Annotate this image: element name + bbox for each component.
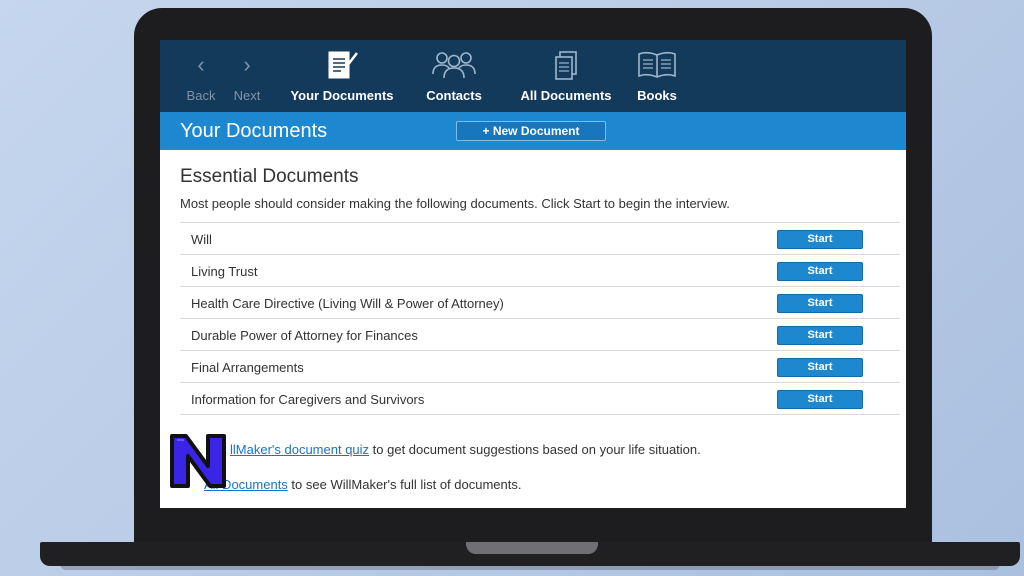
start-button[interactable]: Start <box>777 294 863 313</box>
main-content: Essential Documents Most people should c… <box>160 150 906 508</box>
nav-contacts-label: Contacts <box>426 88 482 103</box>
channel-logo <box>168 430 230 492</box>
start-button[interactable]: Start <box>777 326 863 345</box>
nav-all-documents[interactable]: All Documents <box>516 40 616 112</box>
documents-list: Will Start Living Trust Start Health Car… <box>180 222 900 415</box>
nav-all-documents-label: All Documents <box>520 88 612 103</box>
document-name: Living Trust <box>191 264 258 279</box>
document-row: Durable Power of Attorney for Finances S… <box>180 319 900 351</box>
app-screen: ‹ Back › Next Your Documents Contacts Al… <box>160 40 906 508</box>
document-name: Will <box>191 232 212 247</box>
laptop-notch <box>466 542 598 554</box>
nav-next-button[interactable]: › Next <box>226 40 268 112</box>
page-title-bar: Your Documents + New Document <box>160 112 906 150</box>
document-row: Will Start <box>180 223 900 255</box>
start-button[interactable]: Start <box>777 358 863 377</box>
section-title: Essential Documents <box>180 166 359 187</box>
nav-contacts[interactable]: Contacts <box>422 40 486 112</box>
all-documents-text: to see WillMaker's full list of document… <box>287 477 522 492</box>
all-documents-line: All Documents to see WillMaker's full li… <box>180 477 521 492</box>
document-name: Information for Caregivers and Survivors <box>191 392 425 407</box>
open-book-icon <box>637 50 677 83</box>
nav-books-label: Books <box>637 88 677 103</box>
page-title: Your Documents <box>180 120 328 142</box>
contacts-icon <box>430 50 478 83</box>
nav-your-documents[interactable]: Your Documents <box>290 40 394 112</box>
nav-books[interactable]: Books <box>634 40 680 112</box>
document-name: Durable Power of Attorney for Finances <box>191 328 418 343</box>
nav-back-label: Back <box>186 88 216 103</box>
nav-back-button[interactable]: ‹ Back <box>180 40 222 112</box>
documents-stack-icon <box>552 50 580 85</box>
document-edit-icon <box>325 50 359 85</box>
document-row: Health Care Directive (Living Will & Pow… <box>180 287 900 319</box>
start-button[interactable]: Start <box>777 230 863 249</box>
nav-your-documents-label: Your Documents <box>290 88 394 103</box>
start-button[interactable]: Start <box>777 262 863 281</box>
document-name: Health Care Directive (Living Will & Pow… <box>191 296 504 311</box>
document-row: Information for Caregivers and Survivors… <box>180 383 900 415</box>
chevron-right-icon: › <box>243 52 251 77</box>
top-navigation: ‹ Back › Next Your Documents Contacts Al… <box>160 40 906 112</box>
nav-next-label: Next <box>233 88 261 103</box>
quiz-suggestion-text: to get document suggestions based on you… <box>369 442 701 457</box>
section-description: Most people should consider making the f… <box>180 196 730 211</box>
document-row: Final Arrangements Start <box>180 351 900 383</box>
new-document-button[interactable]: + New Document <box>456 121 606 141</box>
document-row: Living Trust Start <box>180 255 900 287</box>
chevron-left-icon: ‹ <box>197 52 205 77</box>
document-name: Final Arrangements <box>191 360 304 375</box>
document-quiz-link[interactable]: llMaker's document quiz <box>230 442 369 457</box>
quiz-suggestion-line: llMaker's document quiz to get document … <box>180 442 701 457</box>
start-button[interactable]: Start <box>777 390 863 409</box>
